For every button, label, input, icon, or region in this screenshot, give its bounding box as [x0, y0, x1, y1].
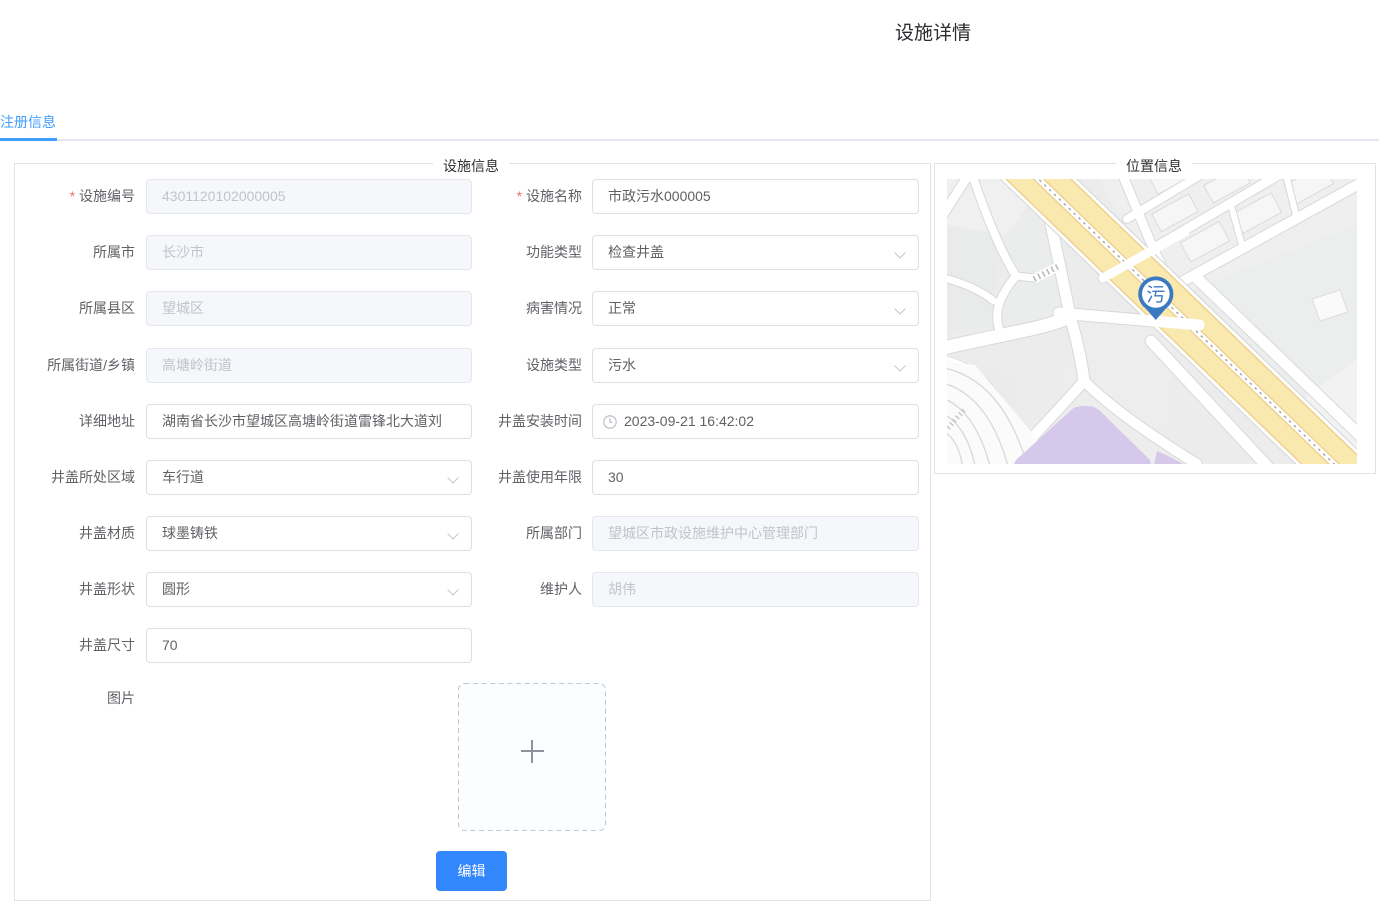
svg-text:污: 污: [1146, 284, 1165, 306]
